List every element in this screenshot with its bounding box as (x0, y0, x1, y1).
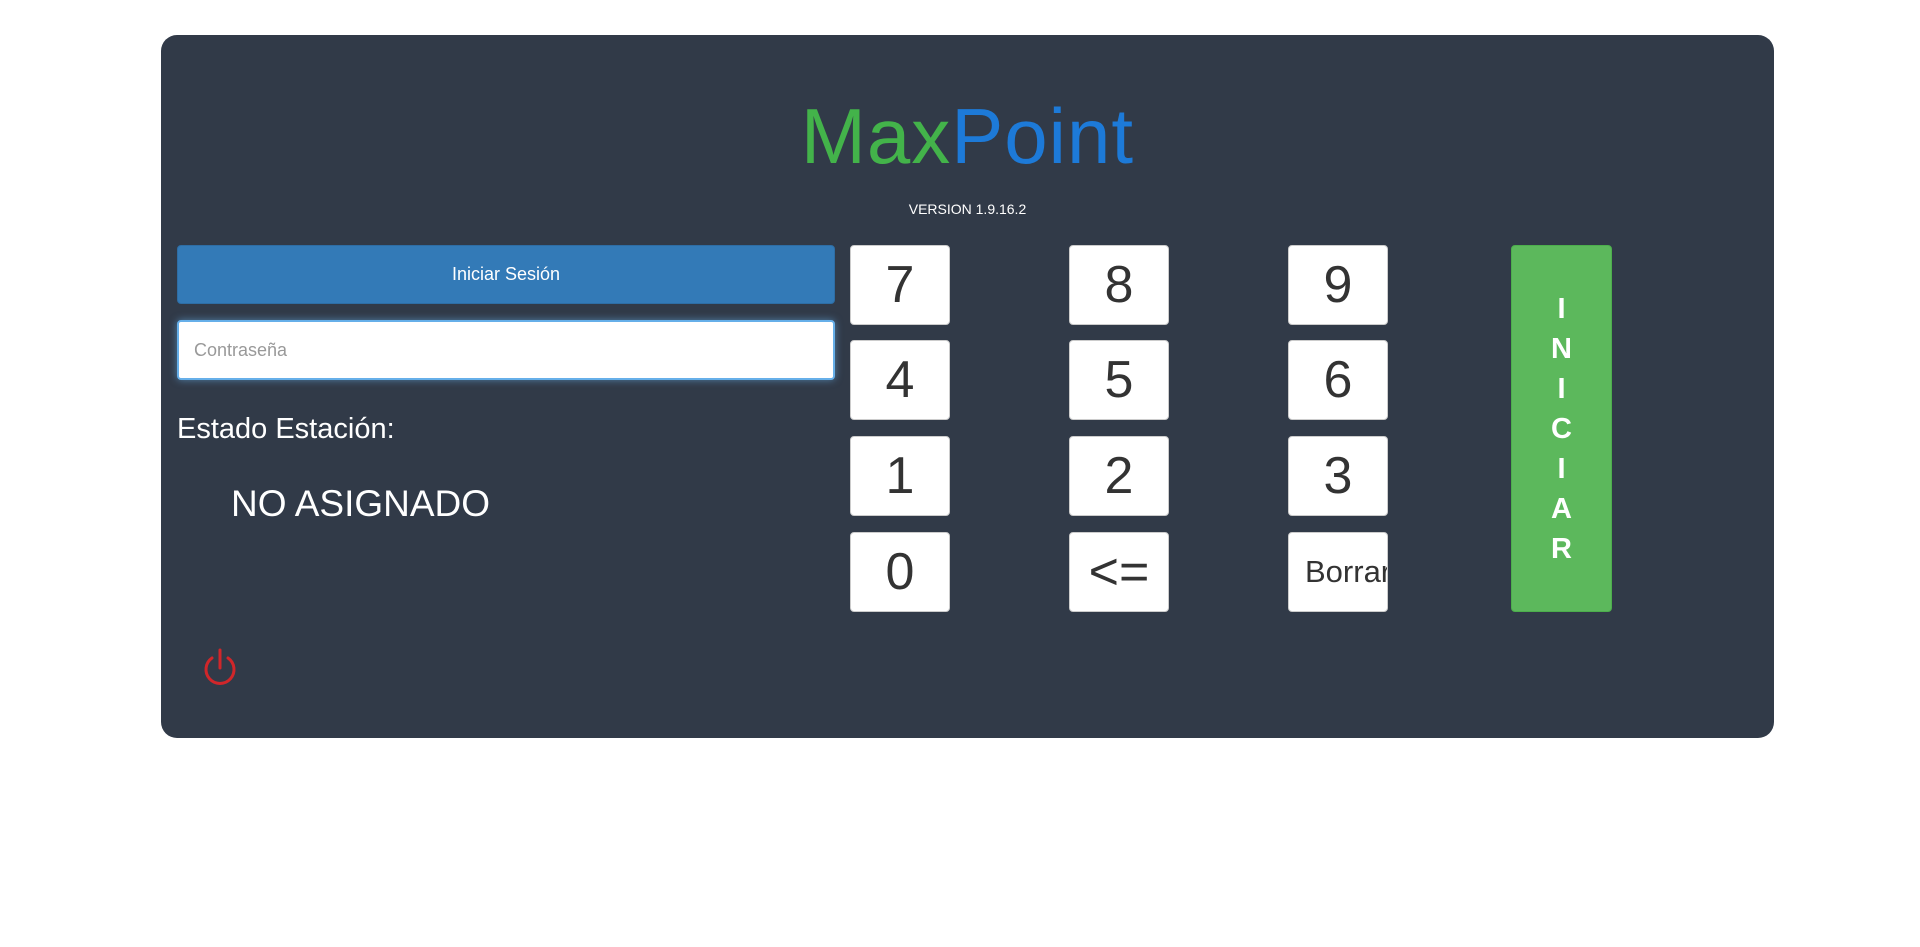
start-letter: I (1557, 372, 1566, 405)
key-1[interactable]: 1 (850, 436, 950, 516)
key-7[interactable]: 7 (850, 245, 950, 325)
password-input[interactable] (177, 320, 835, 380)
start-letter: R (1551, 532, 1572, 565)
key-3[interactable]: 3 (1288, 436, 1388, 516)
start-letter: I (1557, 452, 1566, 485)
station-status-value: NO ASIGNADO (231, 483, 491, 524)
key-8[interactable]: 8 (1069, 245, 1169, 325)
login-panel: MaxPoint VERSION 1.9.16.2 Iniciar Sesión… (161, 35, 1774, 738)
key-4[interactable]: 4 (850, 340, 950, 420)
backspace-key[interactable]: <= (1069, 532, 1169, 612)
key-2[interactable]: 2 (1069, 436, 1169, 516)
start-letter: C (1551, 412, 1572, 445)
key-6[interactable]: 6 (1288, 340, 1388, 420)
logo-max: Max (800, 92, 952, 180)
login-button-label: Iniciar Sesión (451, 264, 561, 284)
clear-key[interactable]: Borrar (1288, 532, 1388, 612)
start-button[interactable]: I N I C I A R (1511, 245, 1612, 612)
power-button[interactable] (199, 647, 241, 689)
start-letter: I (1557, 292, 1566, 325)
power-icon (204, 648, 236, 685)
app-logo: MaxPoint (161, 97, 1774, 175)
logo-point: Point (951, 92, 1135, 180)
key-9[interactable]: 9 (1288, 245, 1388, 325)
station-status-label: Estado Estación: (177, 413, 395, 445)
start-letter: A (1551, 492, 1572, 525)
key-0[interactable]: 0 (850, 532, 950, 612)
version-label: VERSION 1.9.16.2 (908, 201, 1027, 217)
key-5[interactable]: 5 (1069, 340, 1169, 420)
login-button[interactable]: Iniciar Sesión (177, 245, 835, 304)
start-letter: N (1551, 332, 1572, 365)
